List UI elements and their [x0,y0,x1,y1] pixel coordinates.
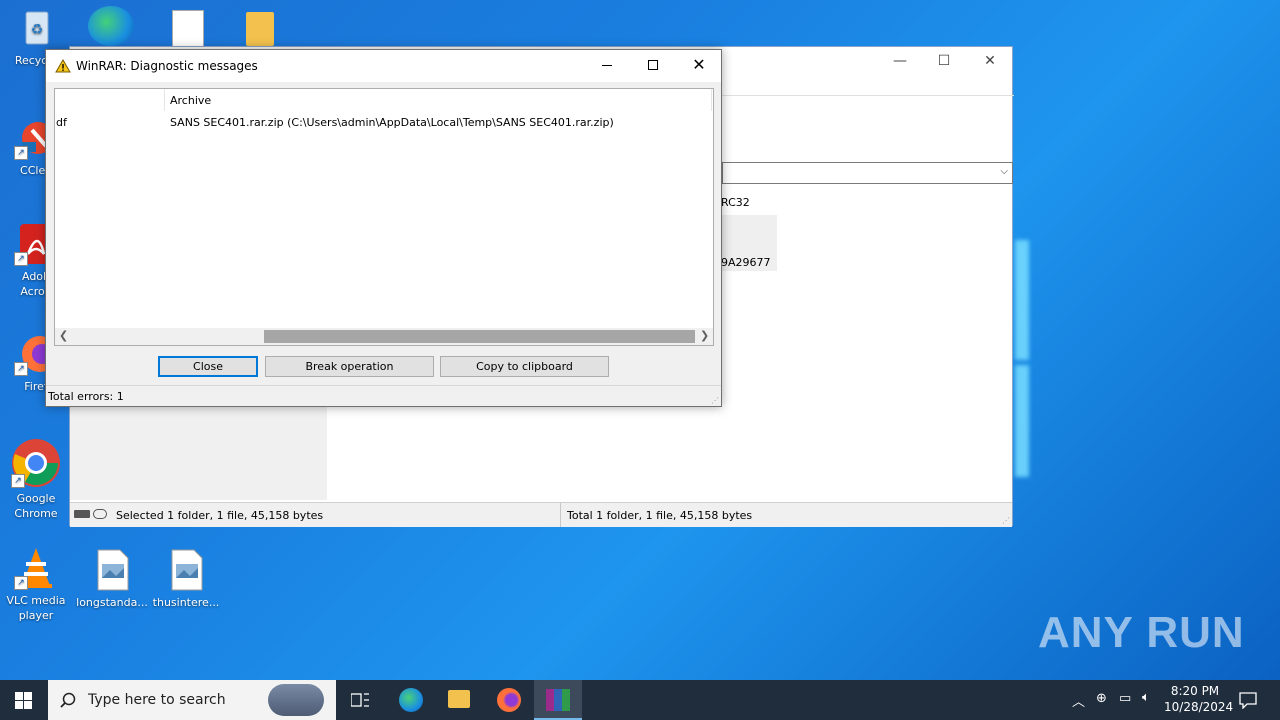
diagnostic-messages-dialog: WinRAR: Diagnostic messages ✕ Archive df… [45,49,722,407]
svg-text:♻: ♻ [31,22,44,38]
messages-list[interactable]: Archive df SANS SEC401.rar.zip (C:\Users… [54,88,714,346]
key-icon [93,509,107,519]
scroll-right-icon[interactable]: ❯ [700,329,709,342]
task-view-button[interactable] [336,680,384,720]
maximize-button[interactable] [630,50,676,82]
status-total-text: Total 1 folder, 1 file, 45,158 bytes [567,509,753,522]
row-message-cell: SANS SEC401.rar.zip (C:\Users\admin\AppD… [170,116,614,129]
desktop-wallpaper-streak [1015,240,1029,360]
shortcut-arrow-icon: ↗ [14,252,28,266]
dialog-title: WinRAR: Diagnostic messages [76,59,258,73]
start-button[interactable] [0,680,48,720]
desktop-icon-file-longstanda[interactable]: longstanda... [76,548,148,610]
edge-desktop-icon[interactable] [88,6,134,46]
dialog-titlebar[interactable]: WinRAR: Diagnostic messages ✕ [46,50,721,82]
folder-icon [448,690,470,708]
horizontal-scrollbar[interactable]: ❮ ❯ [55,328,713,345]
chevron-up-icon[interactable]: ︿ [1072,691,1085,710]
drive-icon [74,510,90,518]
close-button[interactable]: Close [158,356,258,377]
task-view-icon [351,693,369,707]
search-placeholder: Type here to search [88,692,226,708]
taskbar-firefox[interactable] [485,680,533,720]
close-button[interactable]: ✕ [980,53,1000,69]
desktop-icon-vlc[interactable]: ↗ VLC media player [0,546,72,623]
minimize-button[interactable] [584,50,630,82]
taskbar: Type here to search ︿ ⊕ ▭ 🔈︎ 8:20 PM 10/… [0,680,1280,720]
crc-value: 9A29677 [721,256,771,269]
row-type-cell: df [56,116,67,129]
minimize-button[interactable]: — [890,53,910,69]
scroll-left-icon[interactable]: ❮ [59,329,68,342]
status-selected-text: Selected 1 folder, 1 file, 45,158 bytes [116,509,324,522]
column-header-crc32[interactable]: RC32 [721,191,777,215]
taskbar-file-explorer[interactable] [435,680,483,720]
chevron-down-icon: ⌵ [1000,166,1008,177]
desktop-icon-label: Google Chrome [14,492,58,520]
maximize-icon [648,60,658,70]
shortcut-arrow-icon: ↗ [11,474,25,488]
scrollbar-thumb[interactable] [264,330,695,343]
clock[interactable]: 8:20 PM 10/28/2024 [1164,683,1234,717]
edge-icon [399,688,423,712]
search-box[interactable]: Type here to search [48,680,336,720]
desktop-wallpaper-streak [1015,365,1029,477]
status-divider [560,503,561,527]
desktop-icon-label: longstanda... [76,596,148,609]
close-icon[interactable]: ✕ [676,50,722,82]
image-file-icon[interactable] [172,10,204,48]
network-icon[interactable]: ▭ [1119,691,1131,706]
image-file-icon [164,548,208,592]
error-count-text: Total errors: 1 [48,390,124,403]
search-icon [60,692,76,708]
taskbar-winrar[interactable] [534,680,582,720]
list-header: Archive [55,89,713,111]
volume-icon[interactable]: 🔈︎ [1142,690,1150,705]
notification-icon[interactable] [1239,691,1257,709]
desktop-icon-file-thusintere[interactable]: thusintere... [150,548,222,610]
winrar-icon [546,689,570,711]
column-header-archive[interactable]: Archive [165,89,712,111]
firefox-icon [497,688,521,712]
clock-date: 10/28/2024 [1164,700,1234,714]
resize-grip-icon[interactable]: ⋰ [1002,516,1010,525]
column-header-type[interactable] [55,89,165,111]
status-divider [46,385,721,386]
image-file-icon [90,548,134,592]
folder-icon[interactable] [246,12,274,46]
device-icon[interactable]: ⊕ [1096,691,1107,706]
search-highlight-icon [268,684,324,716]
status-bar: Selected 1 folder, 1 file, 45,158 bytes … [70,502,1012,527]
table-row[interactable]: df SANS SEC401.rar.zip (C:\Users\admin\A… [55,114,713,132]
column-header-label: Archive [170,94,212,107]
clock-time: 8:20 PM [1170,684,1220,698]
table-row[interactable]: 9A29677 [721,215,777,271]
shortcut-arrow-icon: ↗ [14,146,28,160]
windows-logo-icon [15,692,32,709]
break-operation-button[interactable]: Break operation [265,356,434,377]
warning-icon [55,59,71,73]
taskbar-edge[interactable] [387,680,435,720]
column-header-label: RC32 [721,196,750,209]
vlc-icon: ↗ [14,546,58,590]
anyrun-watermark: ANY RUN [1038,608,1245,658]
chrome-icon: ↗ [11,438,61,488]
maximize-button[interactable]: ☐ [934,53,954,69]
resize-grip-icon[interactable]: ⋰ [711,396,719,405]
path-combobox[interactable]: ⌵ [722,162,1013,184]
recycle-bin-icon: ♻ [14,6,58,50]
shortcut-arrow-icon: ↗ [14,362,28,376]
desktop-icon-label: thusintere... [152,596,220,609]
desktop-icon-label: VLC media player [6,594,66,622]
copy-to-clipboard-button[interactable]: Copy to clipboard [440,356,609,377]
desktop-icon-chrome[interactable]: ↗ Google Chrome [0,438,72,521]
watermark-text: ANY RUN [1038,608,1245,657]
shortcut-arrow-icon: ↗ [14,576,28,590]
minimize-icon [602,65,612,66]
